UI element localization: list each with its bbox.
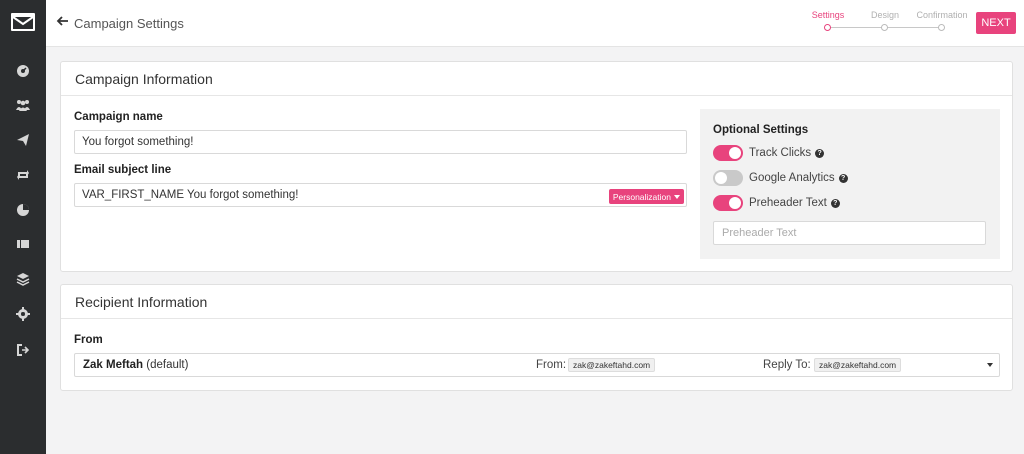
recipient-information-card: Recipient Information From Zak Meftah (d…: [60, 284, 1013, 391]
help-icon[interactable]: ?: [838, 173, 848, 183]
optional-settings-title: Optional Settings: [713, 124, 809, 136]
step-dot-settings: [824, 24, 831, 31]
track-clicks-toggle[interactable]: [713, 145, 743, 161]
card-title: Campaign Information: [61, 62, 1012, 96]
preheader-text-label: Preheader Text: [749, 197, 827, 209]
step-settings[interactable]: Settings: [798, 10, 858, 20]
subject-line-label: Email subject line: [74, 164, 172, 176]
campaign-name-input[interactable]: You forgot something!: [74, 130, 687, 154]
preheader-text-row: Preheader Text ?: [713, 194, 840, 212]
preheader-placeholder: Preheader Text: [722, 227, 797, 239]
card-title: Recipient Information: [61, 285, 1012, 319]
layers-icon[interactable]: [13, 269, 33, 289]
campaign-information-card: Campaign Information Campaign name You f…: [60, 61, 1013, 272]
from-label: From: [74, 334, 103, 346]
back-arrow-icon[interactable]: [56, 14, 70, 28]
track-clicks-label: Track Clicks: [749, 147, 812, 159]
reply-to-label: Reply To:: [763, 359, 811, 371]
send-icon[interactable]: [13, 130, 33, 150]
reply-to-email-chip: zak@zakeftahd.com: [814, 358, 902, 372]
logout-icon[interactable]: [13, 340, 33, 360]
reports-icon[interactable]: [13, 200, 33, 220]
campaign-name-value: You forgot something!: [82, 136, 194, 148]
track-clicks-row: Track Clicks ?: [713, 144, 825, 162]
step-dot-design: [881, 24, 888, 31]
top-header: Campaign Settings Settings Design Confir…: [46, 0, 1024, 47]
from-email-chip: zak@zakeftahd.com: [568, 358, 656, 372]
sender-name-bold: Zak Meftah: [83, 359, 144, 371]
campaign-name-label: Campaign name: [74, 111, 163, 123]
progress-steps: Settings Design Confirmation: [808, 10, 978, 34]
google-analytics-row: Google Analytics ?: [713, 169, 848, 187]
from-email-label: From:: [536, 359, 567, 371]
gear-icon[interactable]: [13, 304, 33, 324]
next-button[interactable]: NEXT: [976, 12, 1016, 34]
sender-suffix: (default): [143, 359, 189, 371]
sidebar: [0, 0, 46, 454]
step-design[interactable]: Design: [855, 10, 915, 20]
subject-line-input[interactable]: VAR_FIRST_NAME You forgot something! Per…: [74, 183, 687, 207]
caret-down-icon: [674, 194, 680, 199]
google-analytics-label: Google Analytics: [749, 172, 835, 184]
step-confirmation[interactable]: Confirmation: [912, 10, 972, 20]
google-analytics-toggle[interactable]: [713, 170, 743, 186]
preheader-text-toggle[interactable]: [713, 195, 743, 211]
page-title: Campaign Settings: [74, 16, 184, 31]
sender-name: Zak Meftah (default): [83, 359, 188, 371]
help-icon[interactable]: ?: [830, 198, 840, 208]
subject-line-value: VAR_FIRST_NAME You forgot something!: [82, 189, 299, 201]
help-icon[interactable]: ?: [815, 148, 825, 158]
optional-settings-panel: Optional Settings Track Clicks ? Google …: [700, 109, 1000, 259]
dashboard-icon[interactable]: [13, 61, 33, 81]
preheader-text-input[interactable]: Preheader Text: [713, 221, 986, 245]
loop-icon[interactable]: [13, 165, 33, 185]
caret-down-icon[interactable]: [987, 363, 993, 367]
users-icon[interactable]: [13, 95, 33, 115]
personalization-label: Personalization: [612, 191, 671, 202]
sender-select[interactable]: Zak Meftah (default) From: zak@zakeftahd…: [74, 353, 1000, 377]
logo-icon[interactable]: [11, 13, 35, 31]
personalization-dropdown[interactable]: Personalization: [608, 189, 684, 204]
step-dot-confirmation: [938, 24, 945, 31]
ticket-icon[interactable]: [13, 234, 33, 254]
